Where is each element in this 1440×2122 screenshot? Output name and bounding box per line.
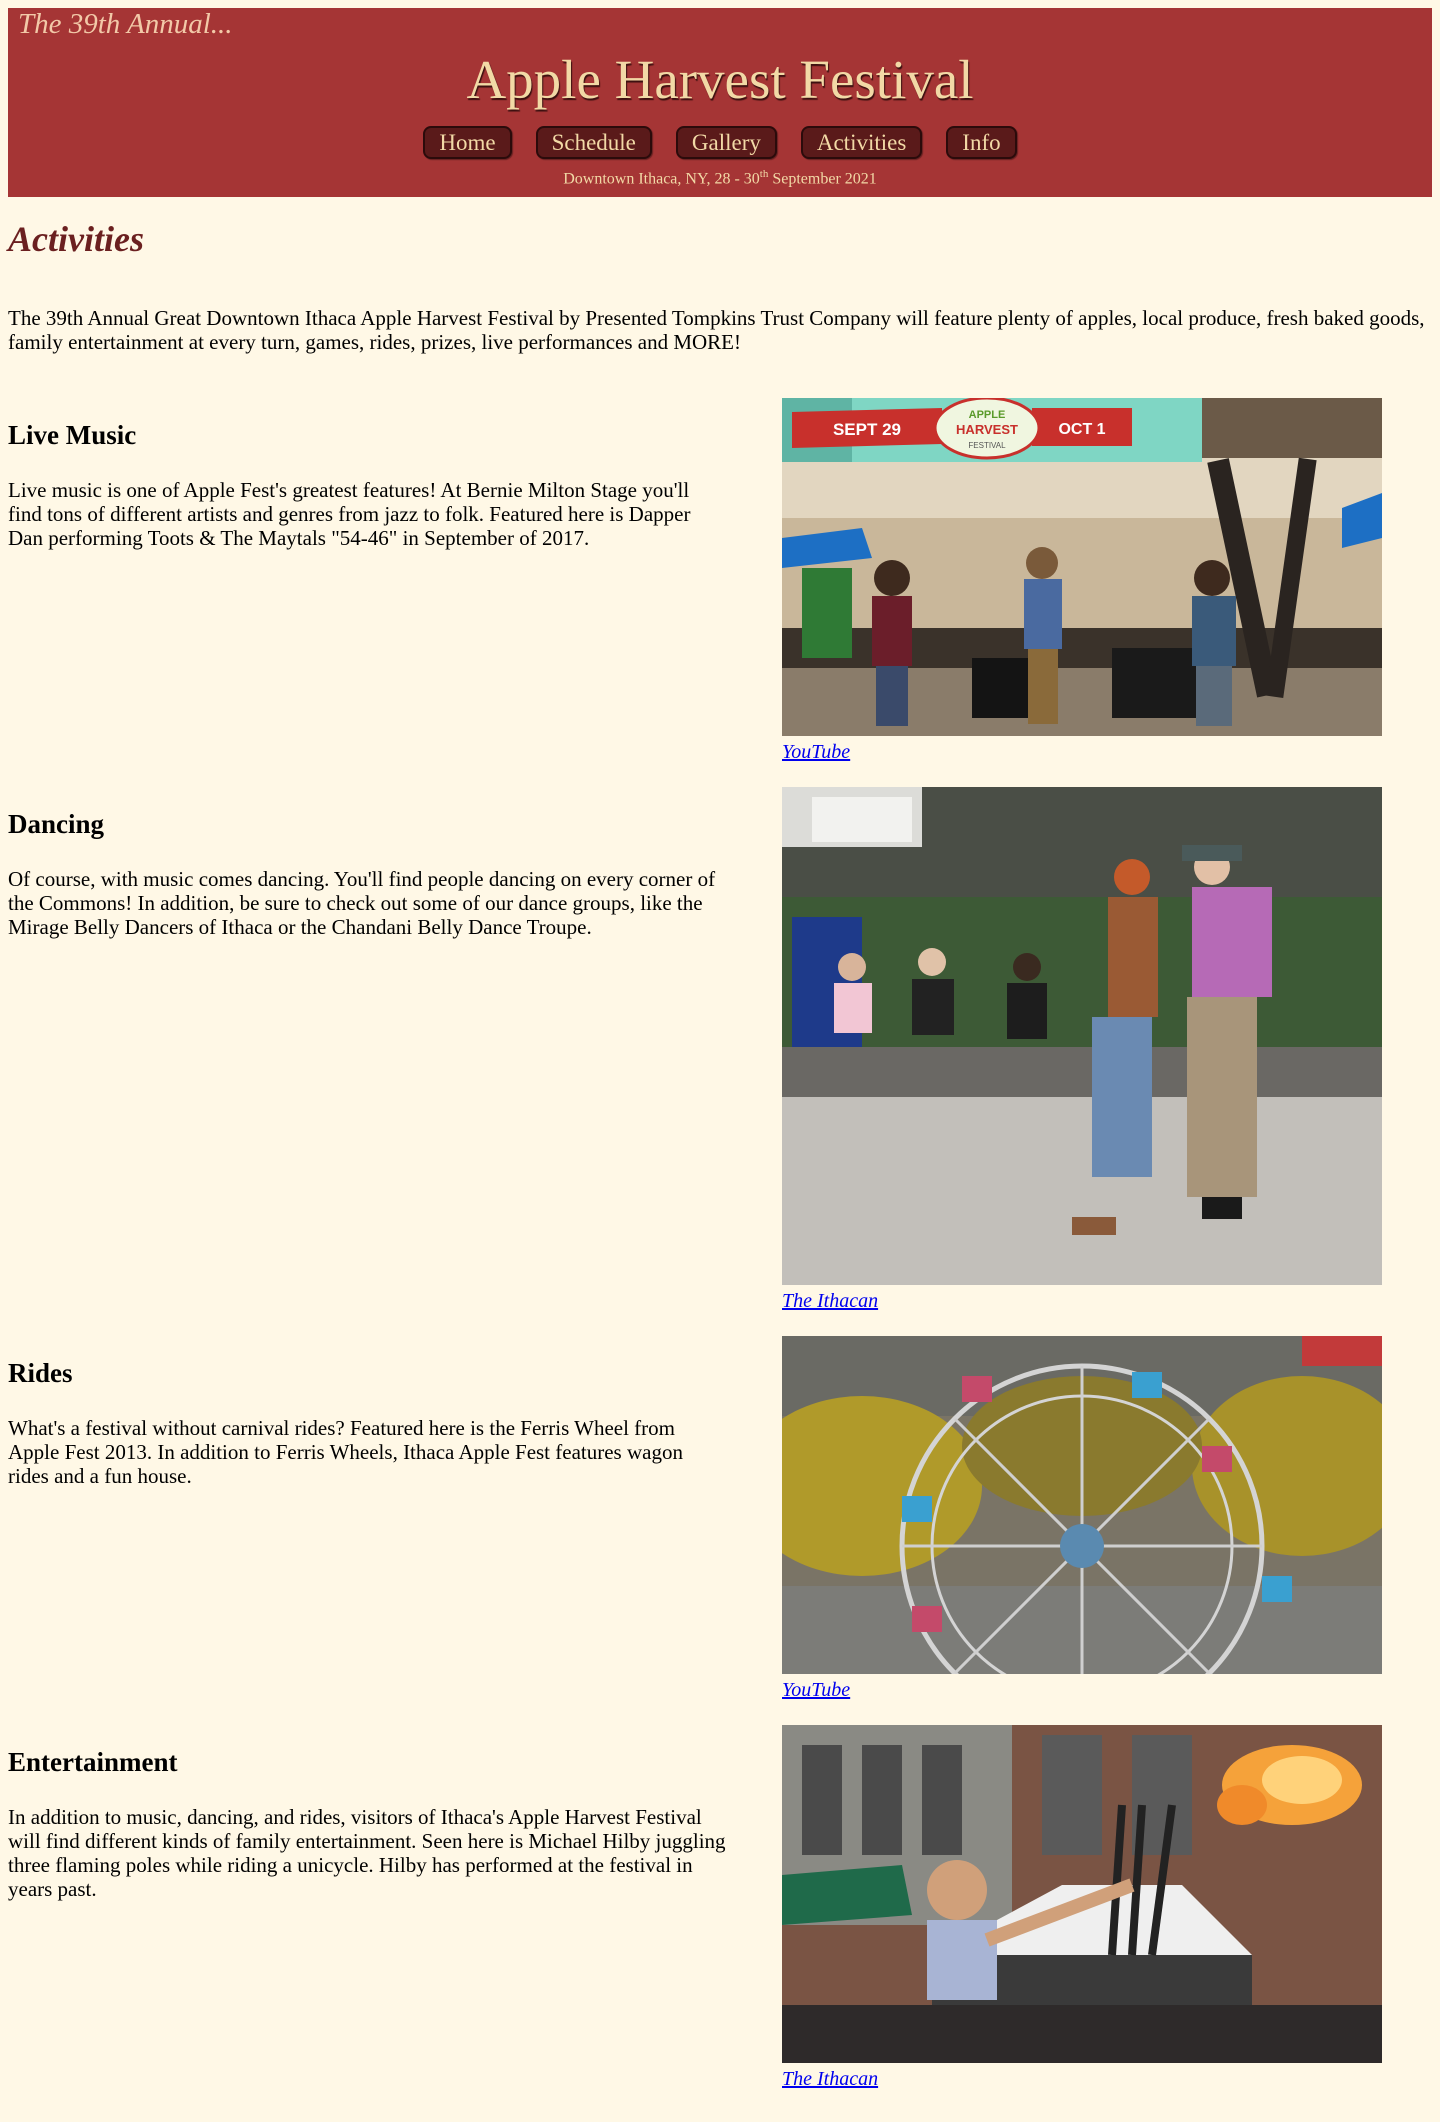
nav-home-button[interactable]: Home [423, 126, 512, 159]
section-heading: Dancing [8, 809, 105, 839]
site-title: Apple Harvest Festival [466, 49, 974, 110]
section-heading: Live Music [8, 420, 137, 450]
banner-center1-text: APPLE [969, 409, 1006, 421]
nav-activities-button[interactable]: Activities [800, 126, 923, 159]
site-header: The 39th Annual... Apple Harvest Festiva… [8, 8, 1432, 197]
section-heading: Rides [8, 1358, 73, 1388]
rides-photo [782, 1336, 1382, 1674]
live-music-photo: SEPT 29 OCT 1 APPLE HARVEST FESTIVAL [782, 398, 1382, 736]
photo-credit-link[interactable]: The Ithacan [782, 2068, 878, 2091]
nav-info-button[interactable]: Info [946, 126, 1017, 159]
page-title: Activities [8, 219, 144, 259]
photo-credit-link[interactable]: YouTube [782, 741, 850, 764]
nav-schedule-button[interactable]: Schedule [535, 126, 652, 159]
section-text: Live music is one of Apple Fest's greate… [8, 478, 691, 550]
entertainment-photo [782, 1725, 1382, 2063]
section-heading: Entertainment [8, 1747, 178, 1777]
dateline-suffix: September 2021 [768, 170, 877, 188]
intro-paragraph: The 39th Annual Great Downtown Ithaca Ap… [8, 306, 1425, 354]
photo-credit-link[interactable]: The Ithacan [782, 1290, 878, 1313]
photo-credit-link[interactable]: YouTube [782, 1679, 850, 1702]
section-text: Of course, with music comes dancing. You… [8, 867, 716, 939]
dateline-prefix: Downtown Ithaca, NY, 28 - 30 [563, 170, 760, 188]
dateline: Downtown Ithaca, NY, 28 - 30th September… [8, 168, 1432, 188]
section-text: What's a festival without carnival rides… [8, 1416, 683, 1488]
tagline: The 39th Annual... [18, 8, 233, 40]
banner-left-text: SEPT 29 [833, 420, 901, 439]
banner-center3-text: FESTIVAL [968, 441, 1006, 450]
banner-center2-text: HARVEST [956, 422, 1018, 437]
dancing-photo [782, 787, 1382, 1285]
main-nav: Home Schedule Gallery Activities Info [8, 126, 1432, 159]
section-text: In addition to music, dancing, and rides… [8, 1805, 726, 1901]
nav-gallery-button[interactable]: Gallery [675, 126, 777, 159]
banner-right-text: OCT 1 [1058, 421, 1105, 438]
